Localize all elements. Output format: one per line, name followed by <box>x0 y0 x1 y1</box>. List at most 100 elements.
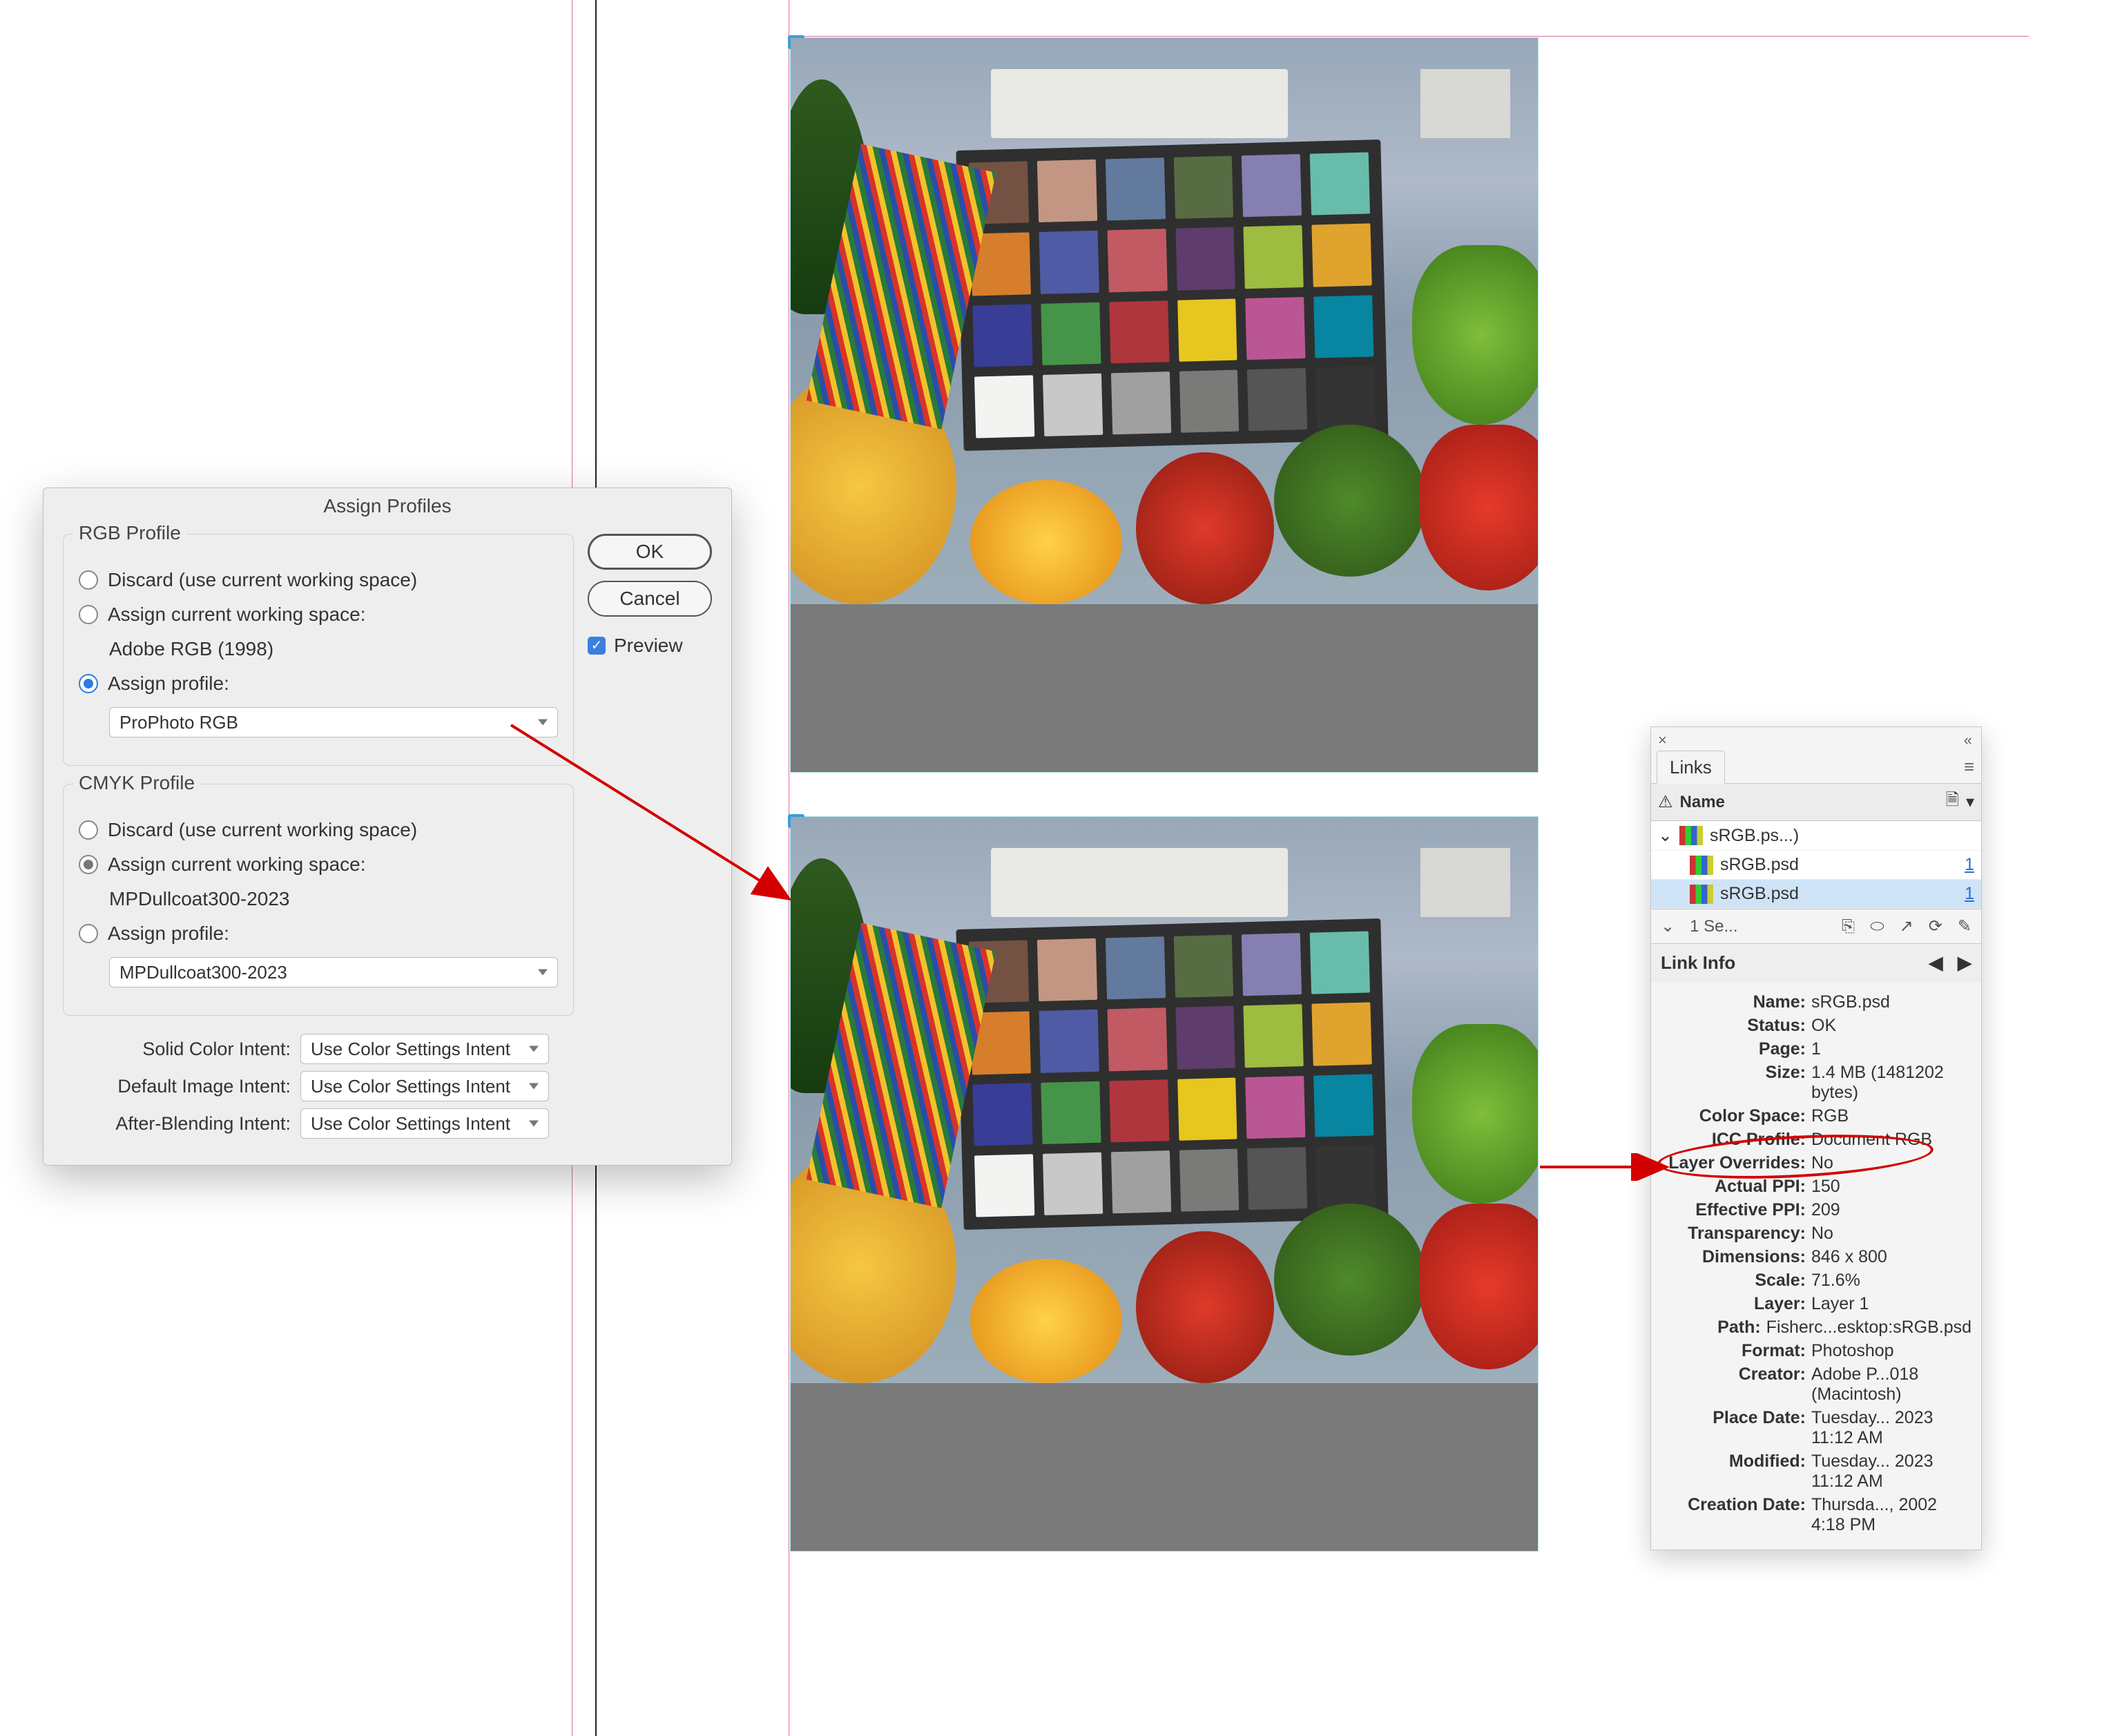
cmyk-assign-radio[interactable]: Assign profile: <box>79 923 558 945</box>
after-intent-combo[interactable]: Use Color Settings Intent <box>300 1108 549 1139</box>
radio-icon <box>79 924 98 943</box>
prev-icon[interactable]: ◀ <box>1929 952 1942 974</box>
list-item-page[interactable]: 1 <box>1965 884 1974 904</box>
radio-icon <box>79 674 98 693</box>
info-row: Format:Photoshop <box>1661 1341 1971 1361</box>
produce-pepper-green <box>1412 245 1538 425</box>
close-icon[interactable]: × <box>1658 731 1667 749</box>
preview-checkbox[interactable]: Preview <box>588 635 712 657</box>
info-value: Adobe P...018 (Macintosh) <box>1811 1364 1971 1405</box>
info-row: Modified:Tuesday... 2023 11:12 AM <box>1661 1452 1971 1492</box>
info-key: Color Space: <box>1661 1106 1806 1126</box>
produce-apple <box>1136 452 1274 604</box>
info-row: Place Date:Tuesday... 2023 11:12 AM <box>1661 1408 1971 1448</box>
info-row: Color Space:RGB <box>1661 1106 1971 1126</box>
image-frame-bottom[interactable] <box>790 816 1539 1552</box>
cmyk-current-label: Assign current working space: <box>108 853 366 876</box>
info-value: Tuesday... 2023 11:12 AM <box>1811 1452 1971 1492</box>
radio-icon <box>79 855 98 874</box>
info-key: Name: <box>1661 992 1806 1012</box>
info-row: Creation Date:Thursda..., 2002 4:18 PM <box>1661 1495 1971 1535</box>
info-value: 150 <box>1811 1177 1971 1197</box>
cmyk-profile-combo[interactable]: MPDullcoat300-2023 <box>109 957 558 987</box>
cmyk-profile-group: CMYK Profile Discard (use current workin… <box>63 784 574 1016</box>
after-intent-label: After-Blending Intent: <box>63 1113 291 1135</box>
color-checker <box>956 139 1388 451</box>
goto-link-icon[interactable]: ↗ <box>1900 916 1913 936</box>
column-name[interactable]: Name <box>1680 793 1939 812</box>
default-intent-combo[interactable]: Use Color Settings Intent <box>300 1071 549 1101</box>
thumbnail-icon <box>1690 885 1713 904</box>
rgb-discard-radio[interactable]: Discard (use current working space) <box>79 569 558 591</box>
frame-pastearea <box>791 1383 1538 1551</box>
relink-icon[interactable]: ⬭ <box>1870 917 1884 936</box>
list-item-label: sRGB.psd <box>1720 884 1799 904</box>
link-info-header: Link Info <box>1661 952 1735 974</box>
image-frame-top[interactable] <box>790 37 1539 773</box>
list-item[interactable]: ⌄ sRGB.ps...) <box>1651 821 1981 851</box>
info-value: 846 x 800 <box>1811 1247 1971 1267</box>
radio-icon <box>79 570 98 590</box>
link-info-list: Name:sRGB.psdStatus:OKPage:1Size:1.4 MB … <box>1651 982 1981 1550</box>
chevron-down-icon[interactable]: ▾ <box>1966 792 1974 812</box>
links-list: ⌄ sRGB.ps...) sRGB.psd 1 sRGB.psd 1 <box>1651 821 1981 909</box>
info-key: Actual PPI: <box>1661 1177 1806 1197</box>
default-intent-label: Default Image Intent: <box>63 1076 291 1097</box>
rgb-current-label: Assign current working space: <box>108 604 366 626</box>
radio-icon <box>79 820 98 840</box>
list-item-label: sRGB.ps...) <box>1710 826 1799 846</box>
produce-orange <box>970 1259 1122 1383</box>
rgb-profile-combo[interactable]: ProPhoto RGB <box>109 707 558 737</box>
cmyk-current-radio[interactable]: Assign current working space: <box>79 853 558 876</box>
disclosure-icon[interactable]: ⌄ <box>1661 916 1675 936</box>
produce-broccoli <box>1274 425 1426 577</box>
solid-intent-combo[interactable]: Use Color Settings Intent <box>300 1034 549 1064</box>
list-item-page[interactable]: 1 <box>1965 855 1974 875</box>
info-key: Format: <box>1661 1341 1806 1361</box>
cmyk-assign-label: Assign profile: <box>108 923 229 945</box>
info-value: 71.6% <box>1811 1271 1971 1291</box>
list-item[interactable]: sRGB.psd 1 <box>1651 880 1981 909</box>
info-key: Layer: <box>1661 1294 1806 1314</box>
produce-pepper-red <box>1419 1204 1538 1369</box>
info-value: Layer 1 <box>1811 1294 1971 1314</box>
cmyk-profile-value: MPDullcoat300-2023 <box>119 962 287 983</box>
thumbnail-icon <box>1690 856 1713 875</box>
update-link-icon[interactable]: ⟳ <box>1929 916 1942 936</box>
disclosure-icon[interactable]: ⌄ <box>1658 825 1672 846</box>
info-row: Transparency:No <box>1661 1224 1971 1244</box>
rgb-assign-radio[interactable]: Assign profile: <box>79 673 558 695</box>
panel-menu-icon[interactable]: ≡ <box>1964 756 1974 778</box>
preview-label: Preview <box>614 635 683 657</box>
info-key: Path: <box>1661 1318 1761 1338</box>
relink-cc-icon[interactable]: ⎘ <box>1842 917 1855 936</box>
rgb-group-label: RGB Profile <box>73 522 186 544</box>
rgb-profile-value: ProPhoto RGB <box>119 712 238 733</box>
cmyk-discard-radio[interactable]: Discard (use current working space) <box>79 819 558 841</box>
rgb-current-radio[interactable]: Assign current working space: <box>79 604 558 626</box>
rgb-current-profile: Adobe RGB (1998) <box>109 638 558 660</box>
ok-button[interactable]: OK <box>588 534 712 570</box>
links-tab[interactable]: Links <box>1657 751 1725 784</box>
edit-original-icon[interactable]: ✎ <box>1958 916 1971 936</box>
info-key: Creation Date: <box>1661 1495 1806 1535</box>
info-key: Scale: <box>1661 1271 1806 1291</box>
dialog-title: Assign Profiles <box>44 488 731 523</box>
info-row: Status:OK <box>1661 1016 1971 1036</box>
cancel-button[interactable]: Cancel <box>588 581 712 617</box>
info-value: sRGB.psd <box>1811 992 1971 1012</box>
rgb-profile-group: RGB Profile Discard (use current working… <box>63 534 574 766</box>
info-key: Dimensions: <box>1661 1247 1806 1267</box>
selection-summary: 1 Se... <box>1690 917 1737 936</box>
next-icon[interactable]: ▶ <box>1958 952 1971 974</box>
info-value: 1 <box>1811 1039 1971 1059</box>
page-icon: 🗎 <box>1946 788 1959 816</box>
info-value: Fisherc...esktop:sRGB.psd <box>1766 1318 1971 1338</box>
info-value: Photoshop <box>1811 1341 1971 1361</box>
list-item[interactable]: sRGB.psd 1 <box>1651 851 1981 880</box>
cmyk-discard-label: Discard (use current working space) <box>108 819 417 841</box>
info-value: Tuesday... 2023 11:12 AM <box>1811 1408 1971 1448</box>
solid-intent-value: Use Color Settings Intent <box>311 1039 510 1060</box>
placed-image-top <box>791 38 1538 604</box>
info-row: Page:1 <box>1661 1039 1971 1059</box>
